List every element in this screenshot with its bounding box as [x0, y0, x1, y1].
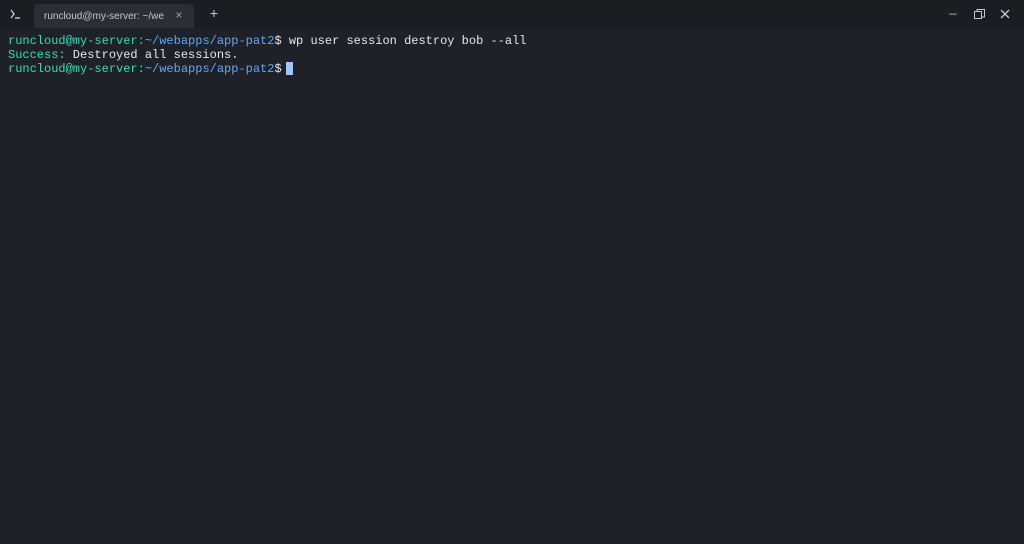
window-titlebar: runcloud@my-server: ~/webapps/a × + — — [0, 0, 1024, 28]
close-icon[interactable]: × — [172, 9, 186, 23]
window-close-icon[interactable] — [998, 7, 1012, 21]
new-tab-button[interactable]: + — [202, 3, 226, 27]
prompt-sep: : — [138, 62, 145, 76]
prompt-sep: : — [138, 34, 145, 48]
tab-active[interactable]: runcloud@my-server: ~/webapps/a × — [34, 4, 194, 28]
tab-title: runcloud@my-server: ~/webapps/a — [44, 11, 164, 22]
terminal-body[interactable]: runcloud@my-server:~/webapps/app-pat2$ w… — [0, 28, 1024, 82]
window-controls: — — [946, 7, 1022, 21]
minimize-icon[interactable]: — — [946, 7, 960, 21]
terminal-icon — [2, 0, 30, 28]
command-text: wp user session destroy bob --all — [282, 34, 527, 48]
maximize-icon[interactable] — [972, 7, 986, 21]
prompt-dollar: $ — [274, 34, 281, 48]
terminal-line: runcloud@my-server:~/webapps/app-pat2$ — [8, 62, 1016, 76]
prompt-user: runcloud@my-server — [8, 62, 138, 76]
prompt-dollar: $ — [274, 62, 281, 76]
terminal-line: Success: Destroyed all sessions. — [8, 48, 1016, 62]
terminal-line: runcloud@my-server:~/webapps/app-pat2$ w… — [8, 34, 1016, 48]
success-label: Success: — [8, 48, 66, 62]
prompt-user: runcloud@my-server — [8, 34, 138, 48]
cursor — [286, 62, 293, 75]
prompt-path: ~/webapps/app-pat2 — [145, 34, 275, 48]
prompt-path: ~/webapps/app-pat2 — [145, 62, 275, 76]
success-message: Destroyed all sessions. — [66, 48, 239, 62]
